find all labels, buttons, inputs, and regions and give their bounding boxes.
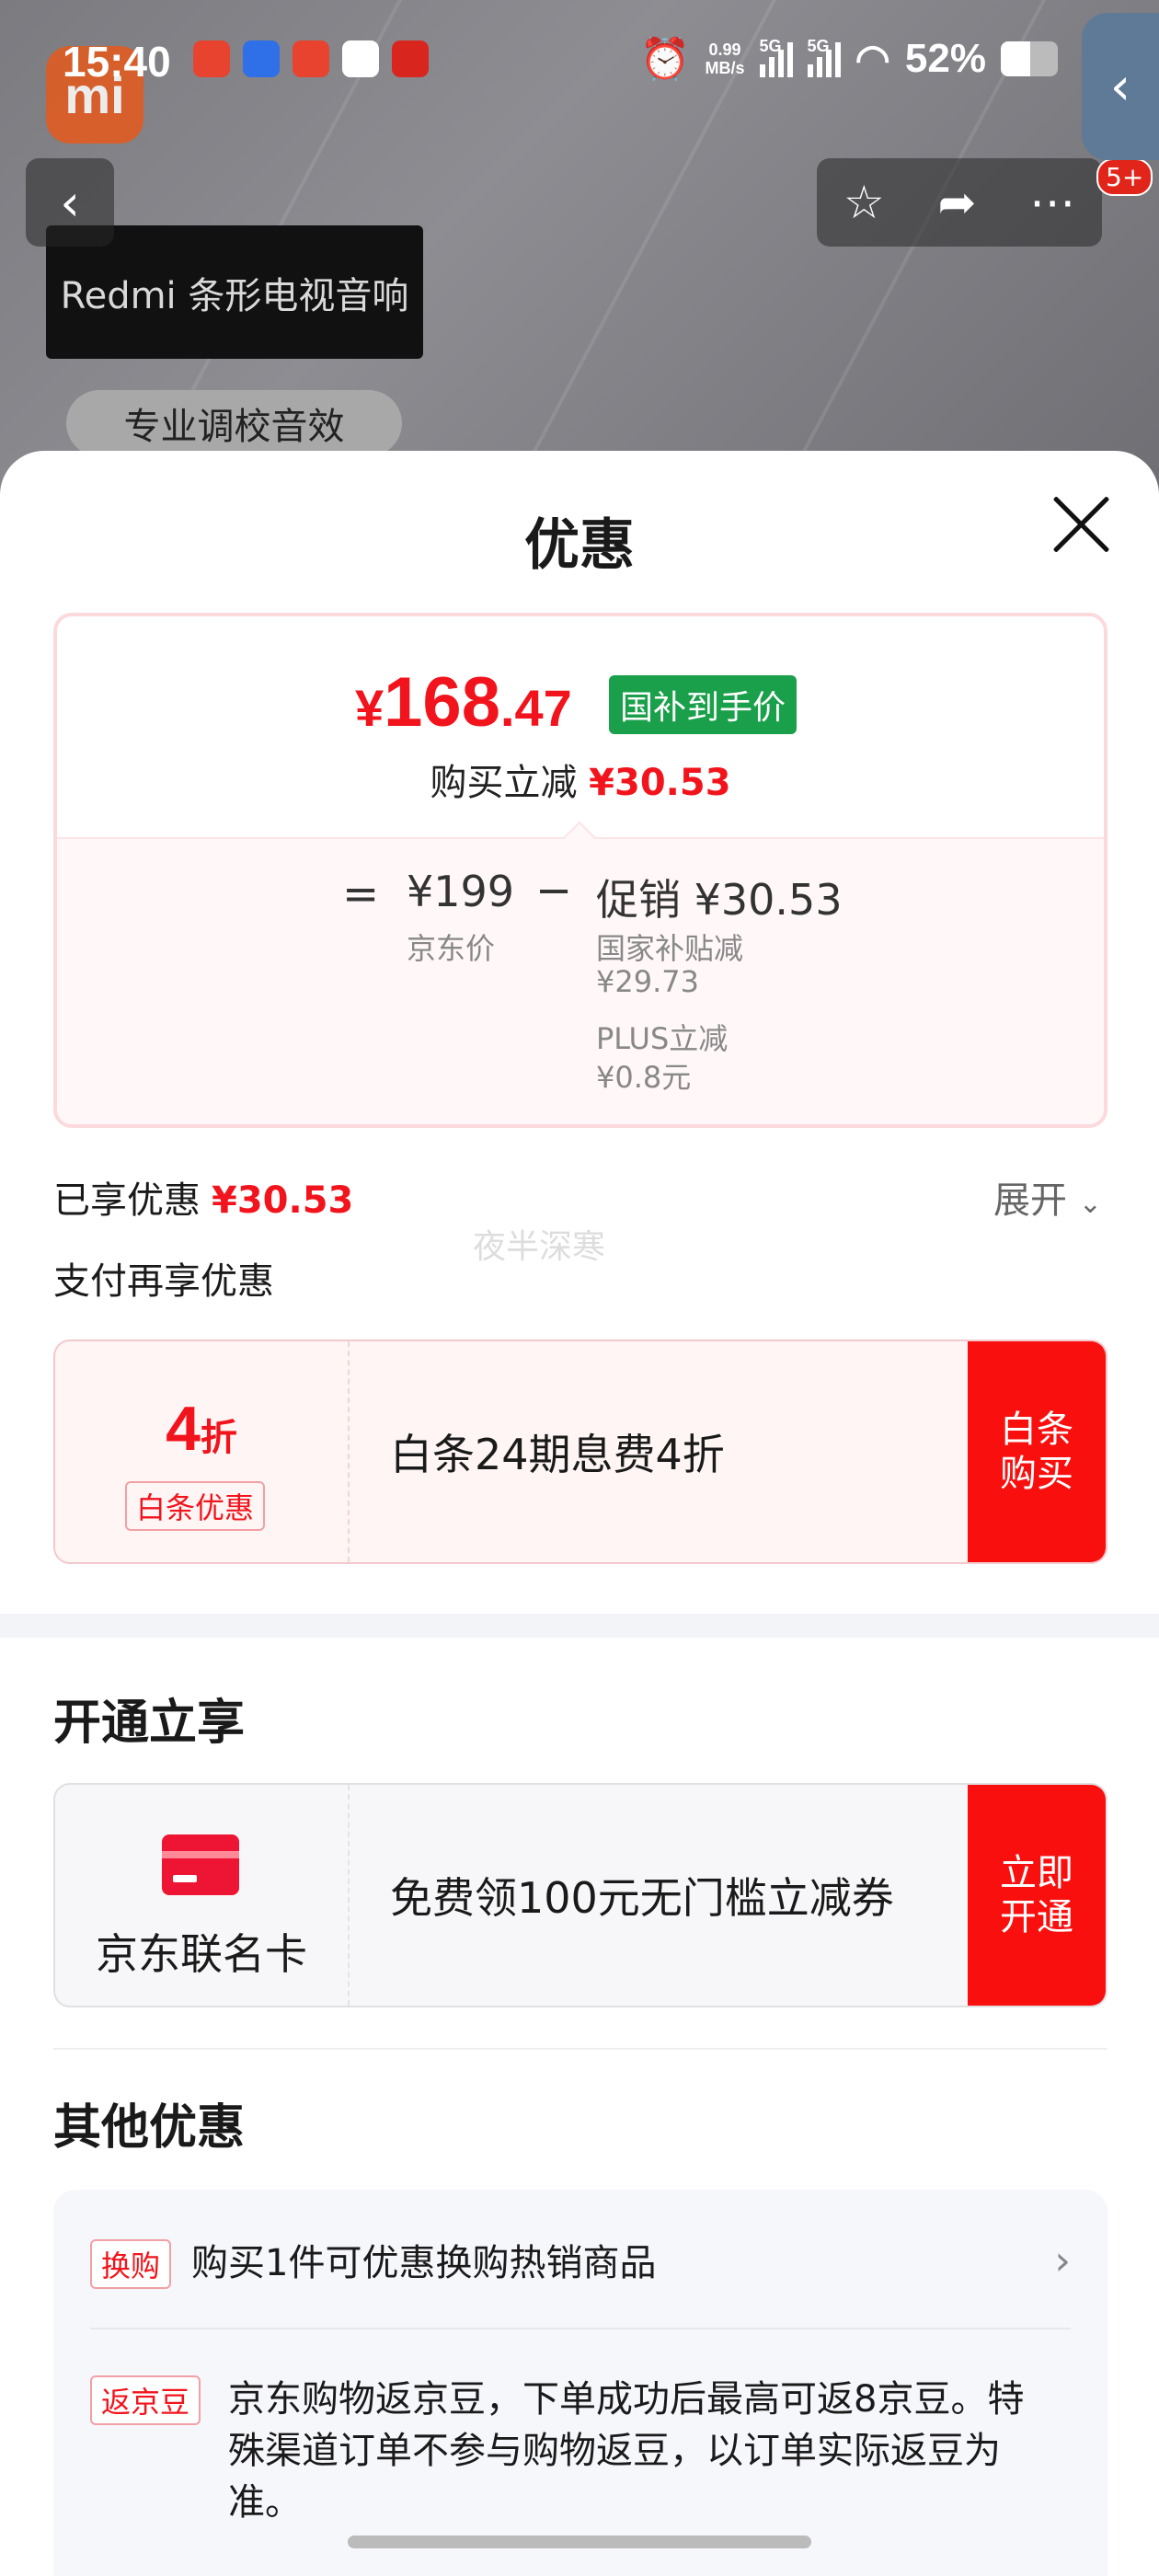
notification-icons [193,40,429,77]
side-back-handle[interactable]: ‹ [1082,13,1159,160]
subsidy-value: ¥29.73 [596,964,699,999]
home-indicator[interactable] [348,2536,811,2548]
divider [53,2048,1107,2050]
offer-text: 京东购物返京豆，下单成功后最高可返8京豆。特殊渠道订单不参与购物返豆，以订单实际… [228,2378,1025,2524]
signal-icon: 5G [807,37,841,77]
minus-sign: − [535,865,573,916]
net-speed-value: 0.99 [708,40,741,59]
share-icon[interactable]: ➦ [937,176,976,229]
app-icon [293,40,329,77]
chevron-left-icon: ‹ [1109,56,1131,117]
status-time: 15:40 [63,38,171,86]
app-icon [342,40,379,77]
baitiao-offer-text: 白条24期息费4折 [390,1430,725,1479]
list-item[interactable]: 换购 购买1件可优惠换购热销商品 › [90,2237,1071,2293]
wifi-icon: ◠ [855,36,890,82]
app-icon [392,40,429,77]
credit-card-icon [162,1834,239,1895]
promo-line: 促销 ¥30.53 [596,875,843,925]
other-offers-list: 换购 购买1件可优惠换购热销商品 › 返京豆 京东购物返京豆，下单成功后最高可返… [53,2190,1107,2576]
app-icon [193,40,230,77]
final-price: ¥168.47 [355,663,572,742]
battery-percent: 52% [904,36,986,81]
other-offers-title: 其他优惠 [53,2101,246,2155]
discount-sheet: 优惠 ¥168.47 国补到手价 购买立减 ¥30.53 = ¥199 京东价 … [0,451,1159,2576]
expand-button[interactable]: 展开 ⌄ [993,1170,1102,1224]
cobrand-card-offer[interactable]: 京东联名卡 免费领100元无门槛立减券 立即 开通 [53,1783,1107,2007]
sheet-title: 优惠 [524,514,635,576]
price-tag: 国补到手价 [609,675,798,734]
open-card-button[interactable]: 立即 开通 [968,1785,1106,2006]
message-badge: 5+ [1096,158,1153,196]
jd-price-value: ¥199 [407,867,515,916]
list-item: 返京豆 京东购物返京豆，下单成功后最高可返8京豆。特殊渠道订单不参与购物返豆，以… [90,2374,1071,2558]
app-icon [243,40,280,77]
discount-value: 4折 [166,1394,237,1464]
pay-more-label: 支付再享优惠 [53,1260,274,1303]
net-speed-unit: MB/s [705,59,745,77]
offer-tag: 返京豆 [90,2375,201,2425]
promo-tag: 专业调校音效 [66,390,402,456]
close-icon[interactable] [1049,492,1113,557]
section-divider [0,1614,1159,1638]
plus-label: PLUS立减 [596,1021,729,1056]
more-icon[interactable]: ⋯ [1029,176,1075,229]
signal-icon: 5G [759,37,793,77]
baitiao-offer-card[interactable]: 4折 白条优惠 白条24期息费4折 白条 购买 [53,1340,1107,1564]
chevron-right-icon: › [1054,2237,1071,2284]
baitiao-buy-button[interactable]: 白条 购买 [968,1341,1106,1562]
battery-icon [1001,41,1058,76]
baitiao-tag: 白条优惠 [125,1481,266,1531]
subsidy-label: 国家补贴减 [596,931,744,966]
back-button[interactable]: ‹ [26,158,114,247]
price-formula: = ¥199 京东价 − 促销 ¥30.53 国家补贴减 ¥29.73 PLUS… [57,821,1104,1124]
enjoyed-discount: 已享优惠 ¥30.53 [53,1179,354,1222]
jd-price-label: 京东价 [407,931,496,966]
watermark: 夜半深寒 [473,1228,606,1266]
offer-text: 购买1件可优惠换购热销商品 [191,2242,657,2284]
chevron-left-icon: ‹ [60,173,80,232]
status-right: ⏰ 0.99 MB/s 5G 5G ◠ 52% [640,35,1058,83]
plus-value: ¥0.8元 [596,1060,692,1095]
offer-tag: 换购 [90,2239,172,2289]
top-actions: ☆ ➦ ⋯ [817,158,1102,247]
star-icon[interactable]: ☆ [843,176,885,229]
price-reduction: 购买立减 ¥30.53 [430,762,731,804]
card-offer-text: 免费领100元无门槛立减券 [390,1873,894,1923]
alarm-icon: ⏰ [639,37,691,82]
price-card: ¥168.47 国补到手价 购买立减 ¥30.53 = ¥199 京东价 − 促… [53,613,1107,1128]
status-bar: 15:40 ⏰ 0.99 MB/s 5G 5G ◠ 52% [0,0,1159,120]
chevron-down-icon: ⌄ [1078,1188,1102,1220]
open-enjoy-title: 开通立享 [53,1696,246,1750]
equals-sign: = [342,868,380,920]
divider [90,2328,1071,2329]
card-name: 京东联名卡 [96,1929,307,1979]
